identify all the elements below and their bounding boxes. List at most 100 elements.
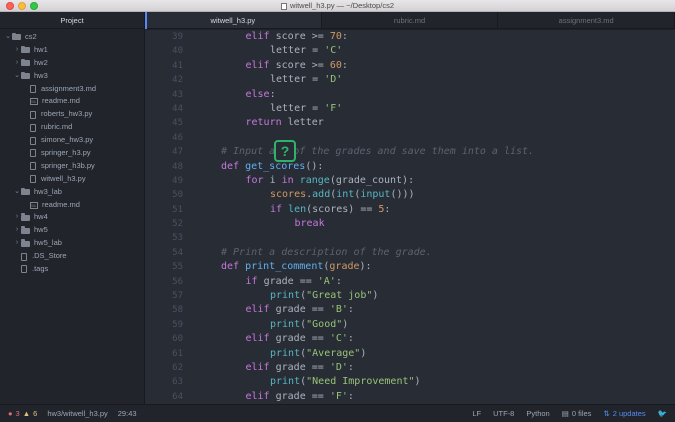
line-number[interactable]: 43 [145,88,185,102]
line-number[interactable]: 57 [145,289,185,303]
code-line[interactable]: 58 elif grade == 'B': [145,303,675,317]
code-line[interactable]: 59 print("Good") [145,318,675,332]
tab-assignment3[interactable]: assignment3.md [498,12,675,28]
tab-rubric[interactable]: rubric.md [322,12,499,28]
tree-folder[interactable]: ⌄ cs2 [0,31,144,44]
line-number[interactable]: 51 [145,203,185,217]
diagnostics-indicator[interactable]: ● 3 ▲ 6 [8,409,37,418]
code-line[interactable]: 47 # Input all of the grades and save the… [145,145,675,159]
tree-folder[interactable]: › hw2 [0,57,144,70]
error-count: 3 [15,409,20,418]
grammar-selector[interactable]: Python [526,409,549,418]
line-number[interactable]: 45 [145,116,185,130]
code-line[interactable]: 53 [145,231,675,245]
line-number[interactable]: 40 [145,44,185,58]
tree-file[interactable]: springer_h3b.py [0,160,144,173]
tree-file[interactable]: springer_h3.py [0,147,144,160]
line-number[interactable]: 64 [145,390,185,404]
tab-witwell-h3[interactable]: witwell_h3.py [145,12,322,29]
code-line[interactable]: 48 def get_scores(): [145,160,675,174]
help-icon[interactable]: ? [274,140,296,162]
tree-folder[interactable]: › hw4 [0,211,144,224]
line-number[interactable]: 49 [145,174,185,188]
line-number[interactable]: 46 [145,131,185,145]
bird-icon[interactable]: 🐦 [658,409,667,418]
maximize-window-button[interactable] [30,2,38,10]
line-number[interactable]: 59 [145,318,185,332]
code-line[interactable]: 41 elif score >= 60: [145,59,675,73]
line-number[interactable]: 63 [145,375,185,389]
code-line[interactable]: 55 def print_comment(grade): [145,260,675,274]
tree-folder[interactable]: › hw1 [0,44,144,57]
status-bar: ● 3 ▲ 6 hw3/witwell_h3.py 29:43 LF UTF-8… [0,404,675,422]
tree-file[interactable]: .DS_Store [0,250,144,263]
code-line[interactable]: 51 if len(scores) == 5: [145,203,675,217]
code-line[interactable]: 40 letter = 'C' [145,44,675,58]
line-number[interactable]: 50 [145,188,185,202]
code-line[interactable]: 46 [145,131,675,145]
line-number[interactable]: 55 [145,260,185,274]
encoding[interactable]: UTF-8 [493,409,514,418]
line-number[interactable]: 62 [145,361,185,375]
tree-file[interactable]: witwell_h3.py [0,173,144,186]
code-line[interactable]: 45 return letter [145,116,675,130]
code-line[interactable]: 62 elif grade == 'D': [145,361,675,375]
folder-icon [21,213,30,221]
line-number[interactable]: 41 [145,59,185,73]
code-token: grade [329,261,360,273]
code-line[interactable]: 56 if grade == 'A': [145,275,675,289]
updates-indicator[interactable]: ⇅ 2 updates [603,409,645,418]
tree-file[interactable]: rubric.md [0,121,144,134]
git-files[interactable]: ▤ 0 files [562,409,592,418]
line-number[interactable]: 60 [145,332,185,346]
line-number[interactable]: 52 [145,217,185,231]
line-number[interactable]: 58 [145,303,185,317]
file-icon [30,175,36,184]
tree-file[interactable]: assignment3.md [0,83,144,96]
line-number[interactable]: 48 [145,160,185,174]
code-line[interactable]: 39 elif score >= 70: [145,30,675,44]
code-line[interactable]: 57 print("Great job") [145,289,675,303]
line-number[interactable]: 61 [145,347,185,361]
line-ending[interactable]: LF [472,409,481,418]
tree-folder[interactable]: › hw5_lab [0,237,144,250]
code-token: ())) [390,189,415,201]
line-number[interactable]: 54 [145,246,185,260]
tree-folder[interactable]: ⌄ hw3 [0,70,144,83]
code-line[interactable]: 60 elif grade == 'C': [145,332,675,346]
close-window-button[interactable] [6,2,14,10]
tree-file[interactable]: roberts_hw3.py [0,108,144,121]
line-number[interactable]: 44 [145,102,185,116]
code-line[interactable]: 49 for i in range(grade_count): [145,174,675,188]
sidebar-header[interactable]: Project [0,12,144,29]
tree-file[interactable]: M↓ readme.md [0,95,144,108]
tree-file[interactable]: simone_hw3.py [0,134,144,147]
tree-file[interactable]: .tags [0,263,144,276]
code-token: (scores) == [306,203,379,215]
file-path[interactable]: hw3/witwell_h3.py [47,409,107,418]
tree-folder[interactable]: ⌄ hw3_lab [0,186,144,199]
minimize-window-button[interactable] [18,2,26,10]
code-line[interactable]: 42 letter = 'D' [145,73,675,87]
line-number[interactable]: 53 [145,231,185,245]
code-line[interactable]: 44 letter = 'F' [145,102,675,116]
line-number[interactable]: 56 [145,275,185,289]
code-line[interactable]: 43 else: [145,88,675,102]
line-number[interactable]: 39 [145,30,185,44]
cursor-position[interactable]: 29:43 [118,409,137,418]
markdown-icon: M↓ [30,98,38,106]
code-line[interactable]: 64 elif grade == 'F': [145,390,675,404]
code-line[interactable]: 52 break [145,217,675,231]
tree-folder[interactable]: › hw5 [0,224,144,237]
file-icon [21,252,27,261]
code-editor[interactable]: 39 elif score >= 70: 40 letter = 'C' 41 elif … [145,30,675,404]
code-token: if [245,275,258,287]
code-line[interactable]: 63 print("Need Improvement") [145,375,675,389]
code-line[interactable]: 61 print("Average") [145,347,675,361]
code-line[interactable]: 54 # Print a description of the grade. [145,246,675,260]
line-number[interactable]: 42 [145,73,185,87]
tree-file[interactable]: M↓ readme.md [0,199,144,212]
code-token: ) [372,290,379,302]
line-number[interactable]: 47 [145,145,185,159]
code-line[interactable]: 50 scores.add(int(input())) [145,188,675,202]
